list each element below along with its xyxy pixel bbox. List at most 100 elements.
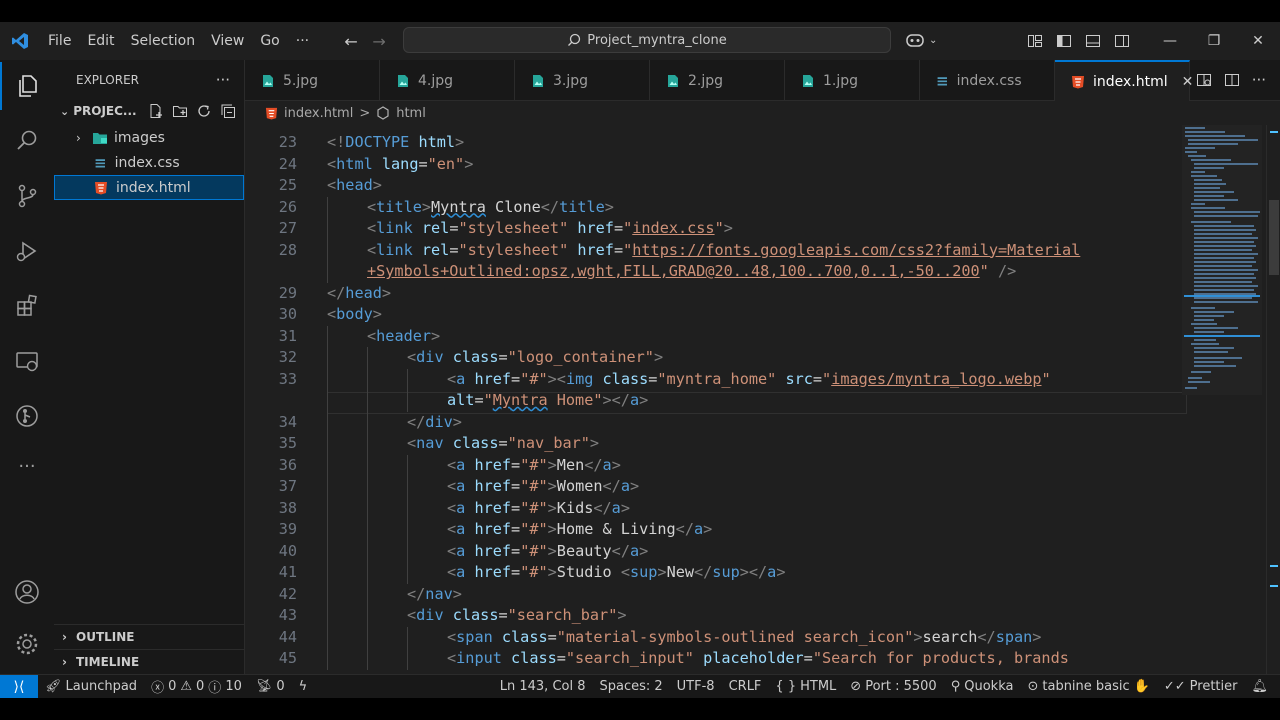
source-control-icon[interactable] <box>0 172 54 220</box>
split-editor-icon[interactable] <box>1224 72 1240 88</box>
minimize-icon[interactable]: — <box>1148 22 1192 60</box>
tree-item-index-css[interactable]: ≡ index.css <box>54 150 244 175</box>
tab-5-jpg[interactable]: 5.jpg <box>245 60 380 101</box>
code-line[interactable]: 35 <nav class="nav_bar"> <box>245 433 1185 455</box>
menu-edit[interactable]: Edit <box>79 22 122 60</box>
encoding[interactable]: UTF-8 <box>670 679 722 694</box>
toggle-primary-sidebar-icon[interactable] <box>1049 22 1078 60</box>
code-line[interactable]: 30 <body> <box>245 304 1185 326</box>
settings-gear-icon[interactable] <box>0 620 54 668</box>
restore-icon[interactable]: ❐ <box>1192 22 1236 60</box>
tab-3-jpg[interactable]: 3.jpg <box>515 60 650 101</box>
code-line[interactable]: 42 </nav> <box>245 583 1185 605</box>
launchpad-item[interactable]: 🚀︎ Launchpad <box>38 679 144 694</box>
explorer-icon[interactable] <box>0 62 54 110</box>
code-line[interactable]: 39 <a href="#">Home & Living</a> <box>245 519 1185 541</box>
code-line[interactable]: 28 <link rel="stylesheet" href="https://f… <box>245 239 1185 261</box>
new-file-icon[interactable] <box>148 103 164 119</box>
toggle-secondary-sidebar-icon[interactable] <box>1107 22 1136 60</box>
ports-item[interactable]: 📡︎ 0 <box>249 679 292 694</box>
code-line[interactable]: 24 <html lang="en"> <box>245 154 1185 176</box>
remote-explorer-icon[interactable] <box>0 337 54 385</box>
menu-selection[interactable]: Selection <box>123 22 204 60</box>
outline-section[interactable]: › OUTLINE <box>54 624 245 649</box>
minimap[interactable] <box>1182 125 1262 674</box>
code-line[interactable]: 27 <link rel="stylesheet" href="index.css… <box>245 218 1185 240</box>
end-of-line[interactable]: CRLF <box>722 679 769 694</box>
code-line[interactable]: 41 <a href="#">Studio <sup>New</sup></a> <box>245 562 1185 584</box>
menu-view[interactable]: View <box>203 22 252 60</box>
more-actions-icon[interactable]: ··· <box>1252 71 1266 89</box>
breadcrumb-symbol[interactable]: html <box>396 106 426 121</box>
code-line[interactable]: 40 <a href="#">Beauty</a> <box>245 540 1185 562</box>
search-icon[interactable] <box>0 117 54 165</box>
breadcrumb-file[interactable]: index.html <box>284 106 353 121</box>
tab-1-jpg[interactable]: 1.jpg <box>785 60 920 101</box>
forward-arrow-icon[interactable]: → <box>365 32 393 51</box>
command-center-search[interactable]: Project_myntra_clone <box>403 27 891 53</box>
code-line[interactable]: 25 <head> <box>245 175 1185 197</box>
code-token: "#" <box>520 541 548 560</box>
prettier-item[interactable]: ✓✓ Prettier <box>1157 679 1245 694</box>
remote-indicator-icon[interactable]: ⟩⟨ <box>0 674 38 699</box>
code-editor[interactable]: 23 <!DOCTYPE html> 24 <html lang="en"> 25 <he… <box>245 125 1280 674</box>
notifications-bell-icon[interactable]: 🔔︎ <box>1244 679 1280 694</box>
code-line[interactable]: 26 <title>Myntra Clone</title> <box>245 196 1185 218</box>
code-text: </head> <box>327 283 391 305</box>
line-number: 42 <box>278 584 297 603</box>
tab-2-jpg[interactable]: 2.jpg <box>650 60 785 101</box>
open-preview-icon[interactable] <box>1196 72 1212 88</box>
close-window-icon[interactable]: ✕ <box>1236 22 1280 60</box>
live-server-port[interactable]: ⊘ Port : 5500 <box>843 679 943 694</box>
code-line[interactable]: 45 <input class="search_input" placeholde… <box>245 648 1185 670</box>
code-line[interactable]: 33 <a href="#"><img class="myntra_home" s… <box>245 368 1185 390</box>
code-line[interactable]: 37 <a href="#">Women</a> <box>245 476 1185 498</box>
indentation[interactable]: Spaces: 2 <box>593 679 670 694</box>
menu-go[interactable]: Go <box>252 22 287 60</box>
copilot-button[interactable]: ⌄ <box>905 31 937 49</box>
back-arrow-icon[interactable]: ← <box>337 32 365 51</box>
menu-file[interactable]: File <box>40 22 79 60</box>
extensions-icon[interactable] <box>0 282 54 330</box>
code-line[interactable]: 29 </head> <box>245 283 1185 305</box>
code-line[interactable]: 23 <!DOCTYPE html> <box>245 132 1185 154</box>
project-root[interactable]: ⌄ PROJEC... <box>54 100 244 122</box>
tab-4-jpg[interactable]: 4.jpg <box>380 60 515 101</box>
menu-more-button[interactable]: ··· <box>288 22 317 60</box>
scrollbar-thumb[interactable] <box>1269 200 1279 275</box>
code-line[interactable]: 32 <div class="logo_container"> <box>245 347 1185 369</box>
code-line[interactable]: +Symbols+Outlined:opsz,wght,FILL,GRAD@20… <box>245 261 1185 283</box>
breadcrumb: index.html > html <box>245 101 1280 125</box>
code-line[interactable]: 38 <a href="#">Kids</a> <box>245 497 1185 519</box>
more-icon[interactable]: ··· <box>0 442 54 490</box>
close-tab-icon[interactable]: ✕ <box>1182 74 1194 90</box>
problems-item[interactable]: ⓧ 0 ⚠ 0 ⓘ 10 <box>144 677 249 696</box>
refresh-icon[interactable] <box>196 103 212 119</box>
language-mode[interactable]: { } HTML <box>768 679 843 694</box>
git-graph-item[interactable]: ϟ <box>292 679 315 694</box>
code-line[interactable]: 44 <span class="material-symbols-outlined… <box>245 626 1185 648</box>
account-icon[interactable] <box>0 568 54 616</box>
tree-item-index-html[interactable]: index.html <box>54 175 244 200</box>
code-line[interactable]: 43 <div class="search_bar"> <box>245 605 1185 627</box>
collapse-all-icon[interactable] <box>220 103 236 119</box>
run-debug-icon[interactable] <box>0 227 54 275</box>
tab-index-html[interactable]: index.html ✕ <box>1055 60 1193 101</box>
line-number: 35 <box>278 434 297 452</box>
code-line[interactable]: 31 <header> <box>245 325 1185 347</box>
vertical-scrollbar[interactable] <box>1266 125 1280 674</box>
explorer-more-icon[interactable]: ··· <box>216 71 230 89</box>
toggle-panel-icon[interactable] <box>1078 22 1107 60</box>
tab-index-css[interactable]: ≡ index.css <box>920 60 1055 101</box>
cursor-position[interactable]: Ln 143, Col 8 <box>493 679 593 694</box>
quokka-item[interactable]: ⚲ Quokka <box>944 679 1021 694</box>
gitlens-icon[interactable] <box>0 392 54 440</box>
tree-item-images[interactable]: › images <box>54 125 244 150</box>
timeline-section[interactable]: › TIMELINE <box>54 649 245 674</box>
new-folder-icon[interactable] <box>172 103 188 119</box>
tabnine-item[interactable]: ⊙ tabnine basic ✋ <box>1020 679 1156 694</box>
code-line[interactable]: alt="Myntra Home"></a> <box>245 390 1185 412</box>
code-line[interactable]: 36 <a href="#">Men</a> <box>245 454 1185 476</box>
code-line[interactable]: 34 </div> <box>245 411 1185 433</box>
customize-layout-icon[interactable] <box>1020 22 1049 60</box>
